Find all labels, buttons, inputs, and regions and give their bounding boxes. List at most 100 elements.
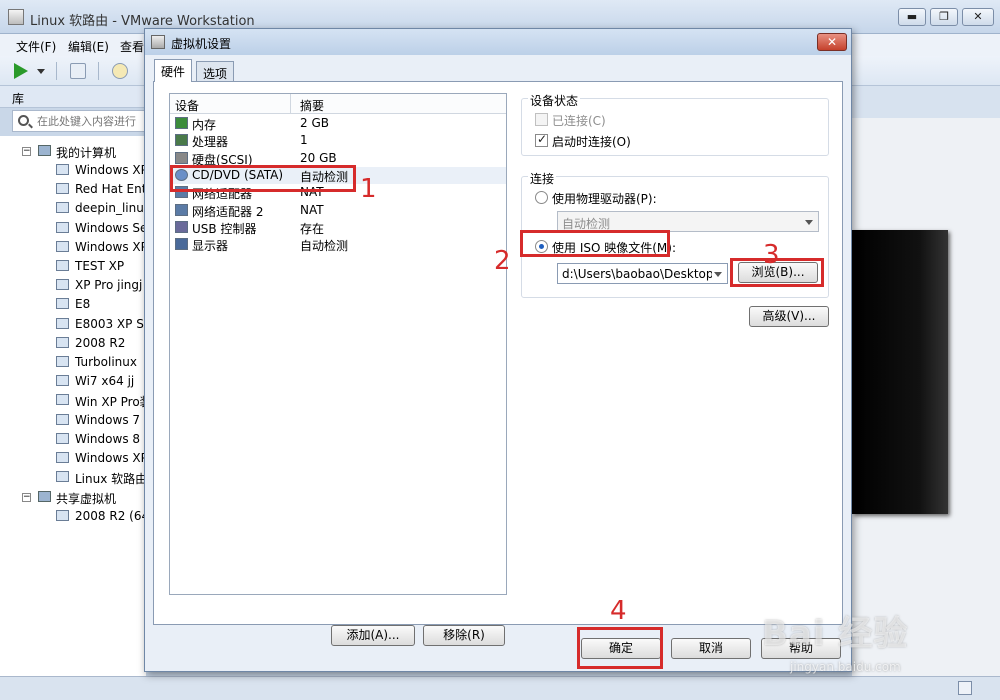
vm-icon: [56, 183, 69, 195]
iso-path-input[interactable]: d:\Users\baobao\Desktop\ik: [557, 263, 728, 284]
device-summary: 自动检测: [300, 239, 349, 254]
window-title: Linux 软路由 - VMware Workstation: [30, 14, 255, 29]
dialog-icon: [151, 35, 165, 49]
vm-icon: [56, 510, 69, 521]
vm-settings-dialog: 虚拟机设置 ✕ 硬件 选项 设备 摘要 内存 2 GB 处理器 1 硬盘(SCSI) 20…: [144, 28, 852, 672]
vm-icon: [56, 298, 69, 310]
toolbar-separator: [98, 62, 99, 80]
use-physical-drive-label: 使用物理驱动器(P):: [552, 192, 657, 206]
baidu-watermark-url: jingyan.baidu.com: [790, 660, 901, 674]
library-tree: − 我的计算机 Windows XP Red Hat Ente deepin_lin…: [0, 136, 154, 676]
vm-icon: [56, 202, 69, 214]
connected-checkbox[interactable]: [535, 113, 548, 126]
tab-options[interactable]: 选项: [196, 61, 235, 82]
annotation-box-cd-dvd: [170, 165, 356, 192]
device-summary: 存在: [300, 221, 325, 236]
device-status-title: 设备状态: [528, 92, 581, 109]
chevron-down-icon: [805, 220, 813, 225]
vm-icon: [56, 471, 69, 483]
column-summary[interactable]: 摘要: [300, 97, 324, 114]
menu-edit[interactable]: 编辑(E): [68, 38, 109, 55]
physical-drive-select[interactable]: 自动检测: [557, 211, 819, 232]
vm-icon: [56, 336, 69, 348]
annotation-number-1: 1: [360, 174, 377, 204]
vm-icon: [56, 394, 69, 406]
annotation-box-ok: [577, 627, 663, 669]
device-name: 内存: [192, 118, 217, 132]
vm-icon: [56, 317, 69, 329]
device-row[interactable]: 处理器 1: [170, 132, 506, 149]
vm-icon: [56, 375, 69, 387]
baidu-watermark: Bai 经验: [762, 614, 909, 654]
library-title: 库: [12, 92, 25, 106]
device-row[interactable]: 内存 2 GB: [170, 115, 506, 132]
dialog-close-button[interactable]: ✕: [817, 33, 847, 51]
vm-icon: [56, 240, 69, 252]
connected-label: 已连接(C): [552, 114, 606, 128]
vm-icon: [56, 221, 69, 233]
vm-icon: [56, 432, 69, 444]
device-icon: [175, 117, 188, 129]
vm-icon: [56, 356, 69, 367]
device-summary: 20 GB: [300, 150, 337, 165]
search-icon: [18, 115, 29, 126]
device-icon: [175, 134, 188, 147]
menu-file[interactable]: 文件(F): [16, 38, 56, 55]
device-name: 显示器: [192, 239, 229, 254]
collapse-icon[interactable]: −: [22, 147, 31, 156]
play-icon[interactable]: [14, 63, 28, 79]
device-summary: NAT: [300, 202, 324, 217]
chevron-down-icon[interactable]: [37, 69, 45, 74]
library-header: 库: [0, 86, 146, 108]
annotation-number-4: 4: [610, 596, 627, 626]
dialog-title-bar: 虚拟机设置 ✕: [145, 29, 851, 55]
minimize-button[interactable]: ▬: [898, 8, 926, 26]
device-row[interactable]: USB 控制器 存在: [170, 219, 506, 236]
snapshot-icon[interactable]: [112, 63, 128, 79]
collapse-icon[interactable]: −: [22, 493, 31, 502]
toolbar-separator: [56, 62, 57, 80]
maximize-button[interactable]: ❐: [930, 8, 958, 26]
close-button[interactable]: ✕: [962, 8, 994, 26]
device-icon: [175, 220, 188, 233]
annotation-number-3: 3: [763, 240, 780, 270]
device-icon: [175, 151, 188, 164]
device-icon: [175, 203, 188, 216]
connect-at-power-on-label: 启动时连接(O): [552, 135, 631, 149]
shared-vm-icon: [38, 491, 51, 502]
library-search: [12, 110, 146, 132]
network-icon[interactable]: [70, 63, 86, 79]
add-device-button[interactable]: 添加(A)...: [331, 625, 415, 646]
cancel-button[interactable]: 取消: [671, 638, 751, 659]
use-physical-drive-radio[interactable]: [535, 191, 548, 204]
device-name: 处理器: [192, 135, 229, 150]
tab-hardware[interactable]: 硬件: [154, 59, 193, 82]
vm-icon: [56, 260, 69, 271]
chevron-down-icon[interactable]: [714, 272, 722, 277]
vm-console-preview[interactable]: [852, 230, 948, 514]
status-icon[interactable]: [958, 681, 972, 695]
hardware-panel: 设备 摘要 内存 2 GB 处理器 1 硬盘(SCSI) 20 GB CD/DVD (SAT…: [153, 81, 843, 646]
annotation-number-2: 2: [494, 246, 511, 276]
dialog-title: 虚拟机设置: [171, 37, 232, 51]
connection-title: 连接: [528, 170, 557, 187]
remove-device-button[interactable]: 移除(R): [423, 625, 505, 646]
device-name: USB 控制器: [192, 221, 257, 236]
vmware-app-icon: [8, 9, 24, 25]
device-row[interactable]: 显示器 自动检测: [170, 236, 506, 253]
menu-view[interactable]: 查看: [120, 38, 144, 55]
connect-at-power-on-checkbox[interactable]: [535, 132, 548, 147]
search-input[interactable]: [37, 113, 145, 129]
vm-icon: [56, 452, 69, 463]
device-icon: [175, 238, 188, 251]
status-bar: [0, 676, 1000, 700]
column-device[interactable]: 设备: [175, 97, 199, 114]
advanced-button[interactable]: 高级(V)...: [749, 306, 829, 327]
device-summary: 2 GB: [300, 116, 329, 130]
vm-icon: [56, 164, 69, 175]
device-row[interactable]: 网络适配器 2 NAT: [170, 202, 506, 219]
device-name: 网络适配器 2: [192, 204, 264, 219]
vm-icon: [56, 279, 69, 291]
vm-icon: [56, 413, 69, 425]
computer-icon: [38, 145, 51, 156]
